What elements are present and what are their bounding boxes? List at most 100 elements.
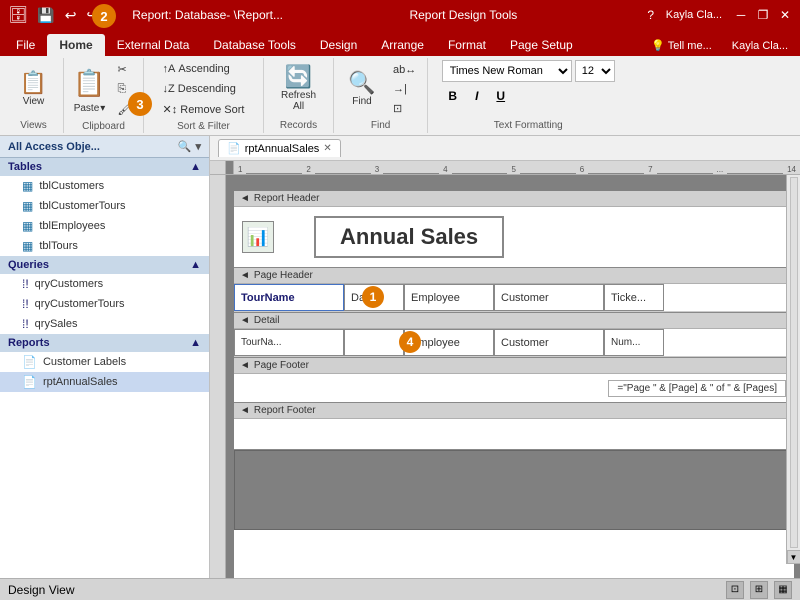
detail-num-cell[interactable]: Num... bbox=[604, 329, 664, 356]
nav-item-label: qryCustomerTours bbox=[35, 298, 125, 310]
nav-item-customer-labels[interactable]: 📄 Customer Labels bbox=[0, 352, 209, 372]
view-button[interactable]: 📋 View bbox=[12, 61, 56, 117]
nav-item-tbl-customer-tours[interactable]: ▦ tblCustomerTours bbox=[0, 196, 209, 216]
ribbon-group-sort-filter: ↑A Ascending ↓Z Descending ✕↕ Remove Sor… bbox=[144, 58, 264, 133]
refresh-all-button[interactable]: 🔄 Refresh All bbox=[277, 61, 321, 117]
nav-item-qry-sales[interactable]: ⁞! qrySales bbox=[0, 314, 209, 334]
restore-button[interactable]: ❐ bbox=[756, 8, 770, 22]
nav-menu-icon[interactable]: ▾ bbox=[195, 140, 201, 153]
nav-item-qry-customer-tours[interactable]: ⁞! qryCustomerTours bbox=[0, 294, 209, 314]
vertical-scrollbar[interactable]: ▲ ▼ bbox=[786, 161, 800, 564]
page-footer-arrow: ◄ bbox=[240, 360, 250, 371]
main-area: All Access Obje... 🔍 ▾ Tables ▲ ▦ tblCus… bbox=[0, 136, 800, 578]
italic-button[interactable]: I bbox=[466, 85, 488, 107]
save-button[interactable]: 💾 bbox=[34, 5, 57, 26]
text-formatting-label: Text Formatting bbox=[494, 118, 563, 131]
annual-sales-title[interactable]: Annual Sales bbox=[314, 216, 504, 258]
tab-arrange[interactable]: Arrange bbox=[369, 34, 436, 56]
paste-button[interactable]: 📋 Paste▾ bbox=[71, 64, 109, 115]
doc-tab-close-button[interactable]: ✕ bbox=[323, 143, 331, 154]
ticket-header-cell[interactable]: Ticke... bbox=[604, 284, 664, 311]
find-icon: 🔍 bbox=[348, 72, 375, 94]
report-header-icon[interactable]: 📊 bbox=[242, 221, 274, 253]
navigation-pane: All Access Obje... 🔍 ▾ Tables ▲ ▦ tblCus… bbox=[0, 136, 210, 578]
clipboard-content: 📋 Paste▾ ✂ ⎘ 🖌 bbox=[71, 60, 137, 119]
select-button[interactable]: ⊡ bbox=[388, 99, 421, 118]
minimize-button[interactable]: ─ bbox=[734, 8, 748, 22]
tab-design[interactable]: Design bbox=[308, 34, 369, 56]
tables-label: Tables bbox=[8, 161, 42, 173]
reports-section-header[interactable]: Reports ▲ bbox=[0, 334, 209, 352]
scroll-down-button[interactable]: ▼ bbox=[787, 550, 800, 564]
status-bar: Design View ⊡ ⊞ ▦ bbox=[0, 578, 800, 600]
tab-file[interactable]: File bbox=[4, 34, 47, 56]
queries-section-header[interactable]: Queries ▲ bbox=[0, 256, 209, 274]
paste-label[interactable]: Paste▾ bbox=[71, 102, 109, 115]
contextual-title: Report Design Tools bbox=[283, 8, 644, 22]
undo-button[interactable]: ↩ bbox=[62, 5, 80, 26]
close-button[interactable]: ✕ bbox=[778, 8, 792, 22]
employee-header-cell[interactable]: Employee bbox=[404, 284, 494, 311]
font-size-select[interactable]: 12 bbox=[575, 60, 615, 82]
replace-button[interactable]: ab↔ bbox=[388, 61, 421, 79]
tab-page-setup[interactable]: Page Setup bbox=[498, 34, 585, 56]
report-header-content: 📊 Annual Sales bbox=[234, 207, 794, 267]
font-name-select[interactable]: Times New Roman bbox=[442, 60, 572, 82]
status-icon-2[interactable]: ⊞ bbox=[750, 581, 768, 599]
page-header-label: ◄ Page Header bbox=[234, 268, 794, 284]
sort-filter-label: Sort & Filter bbox=[177, 119, 230, 132]
page-header-content: 1 TourName Date Employee bbox=[234, 284, 794, 312]
find-button[interactable]: 🔍 Find bbox=[340, 61, 384, 117]
descending-button[interactable]: ↓Z Descending bbox=[158, 80, 241, 98]
page-footer-expr[interactable]: ="Page " & [Page] & " of " & [Pages] bbox=[608, 380, 786, 397]
nav-item-tbl-customers[interactable]: ▦ tblCustomers bbox=[0, 176, 209, 196]
nav-header-icons: 🔍 ▾ bbox=[178, 140, 201, 153]
nav-pane-header[interactable]: All Access Obje... 🔍 ▾ bbox=[0, 136, 209, 158]
nav-search-icon[interactable]: 🔍 bbox=[178, 140, 192, 153]
detail-customer-cell[interactable]: Customer bbox=[494, 329, 604, 356]
paste-icon: 📋 bbox=[71, 64, 109, 102]
nav-item-rpt-annual-sales[interactable]: 📄 rptAnnualSales bbox=[0, 372, 209, 392]
tab-format[interactable]: Format bbox=[436, 34, 498, 56]
vscroll-track[interactable] bbox=[790, 177, 798, 548]
status-icon-1[interactable]: ⊡ bbox=[726, 581, 744, 599]
nav-item-label: qryCustomers bbox=[35, 278, 103, 290]
report-footer-arrow: ◄ bbox=[240, 405, 250, 416]
find-label: Find bbox=[371, 118, 390, 131]
detail-date-cell[interactable] bbox=[344, 329, 404, 356]
queries-label: Queries bbox=[8, 259, 49, 271]
nav-item-label: rptAnnualSales bbox=[43, 376, 118, 388]
tourname-header-cell[interactable]: TourName bbox=[234, 284, 344, 311]
tab-home[interactable]: Home bbox=[47, 34, 104, 56]
nav-item-qry-customers[interactable]: ⁞! qryCustomers bbox=[0, 274, 209, 294]
query-icon: ⁞! bbox=[22, 277, 29, 291]
status-icon-3[interactable]: ▦ bbox=[774, 581, 792, 599]
status-icons: ⊡ ⊞ ▦ bbox=[726, 581, 792, 599]
report-header-text: Report Header bbox=[254, 193, 320, 204]
tab-external-data[interactable]: External Data bbox=[105, 34, 202, 56]
remove-sort-button[interactable]: ✕↕ Remove Sort bbox=[158, 100, 250, 119]
table-icon: ▦ bbox=[22, 239, 33, 253]
font-row: Times New Roman 12 bbox=[442, 60, 615, 82]
records-label: Records bbox=[280, 118, 317, 131]
doc-tab-rpt-annual-sales[interactable]: 📄 rptAnnualSales ✕ bbox=[218, 139, 341, 157]
views-content: 📋 View bbox=[12, 60, 56, 118]
help-button[interactable]: ? bbox=[644, 8, 658, 22]
tab-database-tools[interactable]: Database Tools bbox=[201, 34, 308, 56]
cut-button[interactable]: ✂ bbox=[113, 60, 137, 79]
underline-button[interactable]: U bbox=[490, 85, 512, 107]
nav-item-tbl-employees[interactable]: ▦ tblEmployees bbox=[0, 216, 209, 236]
cut-icon: ✂ bbox=[118, 63, 127, 76]
bold-button[interactable]: B bbox=[442, 85, 464, 107]
page-footer-text: Page Footer bbox=[254, 360, 309, 371]
formatting-buttons: B I U bbox=[442, 85, 512, 107]
tell-me-button[interactable]: 💡 Tell me... bbox=[639, 35, 724, 56]
page-header-text: Page Header bbox=[254, 270, 313, 281]
view-icon: 📋 bbox=[20, 72, 47, 94]
tables-section-header[interactable]: Tables ▲ bbox=[0, 158, 209, 176]
nav-item-tbl-tours[interactable]: ▦ tblTours bbox=[0, 236, 209, 256]
detail-tourname-cell[interactable]: TourNa... bbox=[234, 329, 344, 356]
customer-header-cell[interactable]: Customer bbox=[494, 284, 604, 311]
ascending-button[interactable]: ↑A Ascending bbox=[158, 60, 235, 78]
goto-button[interactable]: →| bbox=[388, 80, 421, 98]
